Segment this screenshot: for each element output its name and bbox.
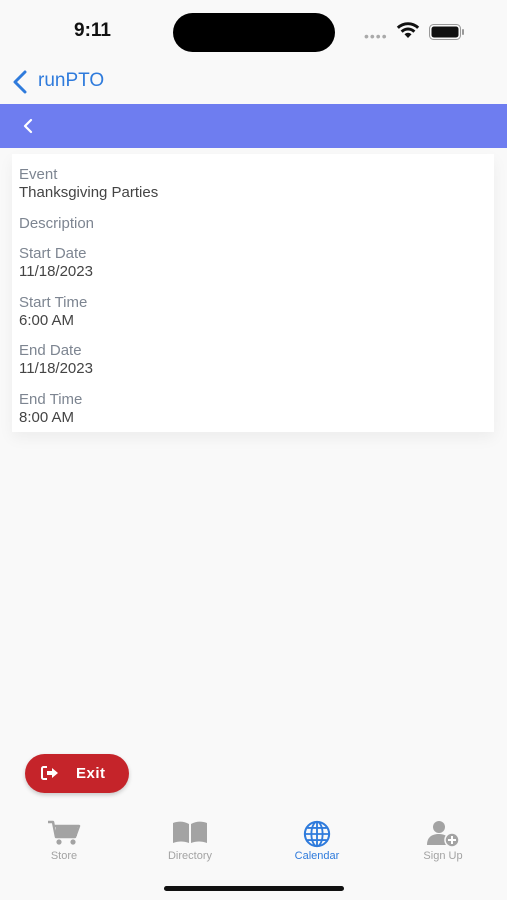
tab-bar: Store Directory Calendar Sign Up [0,810,507,870]
exit-button[interactable]: Exit [25,754,129,793]
status-bar: 9:11 •••• [0,0,507,62]
tab-label: Directory [167,850,212,862]
cart-icon [48,820,81,845]
tab-directory[interactable]: Directory [127,810,253,870]
book-icon [173,821,207,843]
nav-bar: runPTO [0,62,507,104]
event-header-bar [0,104,507,148]
tab-label: Calendar [294,850,340,862]
globe-icon [303,820,331,848]
battery-icon [429,24,464,40]
start-date-field: Start Date 11/18/2023 [19,245,93,281]
back-arrow-icon[interactable] [22,116,34,136]
field-value: 11/18/2023 [19,360,93,377]
signal-icon: •••• [364,28,388,44]
description-field: Description [19,215,94,233]
field-label: Event [19,166,58,183]
tab-store[interactable]: Store [1,810,127,870]
sign-out-icon [41,766,58,780]
tab-sign-up[interactable]: Sign Up [380,810,506,870]
field-label: Start Date [19,245,87,262]
field-label: Start Time [19,294,88,311]
add-user-icon [427,821,460,848]
wifi-icon [396,22,420,38]
dynamic-island [173,13,335,52]
tab-label: Store [50,850,78,862]
field-value: 8:00 AM [19,409,75,426]
back-chevron-icon[interactable] [12,70,28,94]
tab-calendar[interactable]: Calendar [254,810,380,870]
home-indicator[interactable] [164,886,344,891]
event-details-card: Event Thanksgiving Parties Description S… [12,154,494,432]
event-field: Event Thanksgiving Parties [19,166,158,202]
field-label: End Date [19,342,82,359]
field-value: 6:00 AM [19,312,75,329]
field-value: 11/18/2023 [19,263,93,280]
field-label: Description [19,215,95,232]
end-date-field: End Date 11/18/2023 [19,342,93,378]
back-to-app-link[interactable]: runPTO [38,70,104,92]
exit-label: Exit [76,765,106,782]
start-time-field: Start Time 6:00 AM [19,294,87,330]
field-label: End Time [19,391,83,408]
field-value: Thanksgiving Parties [19,184,159,201]
tab-label: Sign Up [423,850,463,862]
status-time: 9:11 [74,20,111,41]
end-time-field: End Time 8:00 AM [19,391,82,427]
